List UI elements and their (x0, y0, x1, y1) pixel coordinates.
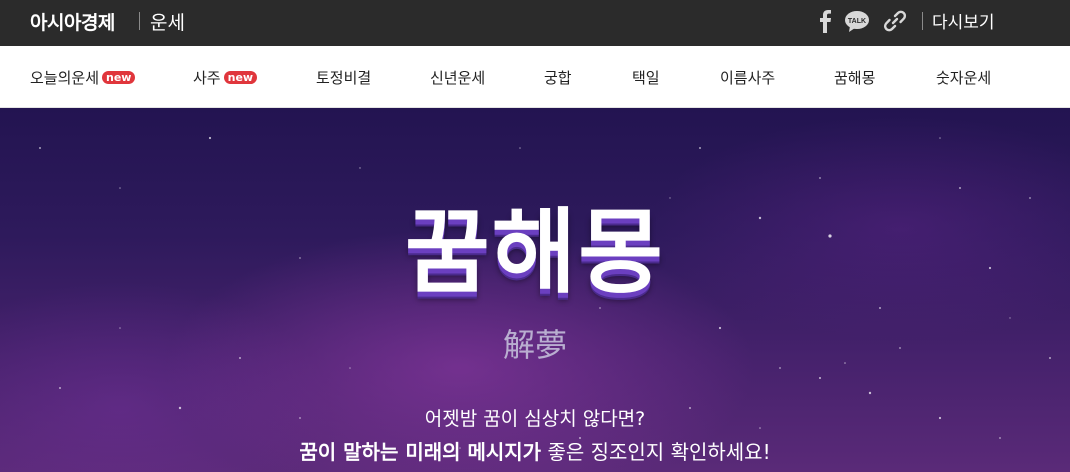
nav-item-newyear[interactable]: 신년운세 (430, 66, 485, 88)
hero-description-bold: 꿈이 말하는 미래의 메시지가 (299, 440, 542, 464)
top-bar: 아시아경제 운세 TALK 다시보기 (0, 0, 1070, 46)
main-nav: 오늘의운세 new 사주 new 토정비결 신년운세 궁합 택일 이름사주 꿈해… (0, 46, 1070, 108)
nav-item-label: 택일 (632, 68, 660, 87)
nav-item-tojeong[interactable]: 토정비결 (316, 66, 371, 88)
nav-item-number[interactable]: 숫자운세 (936, 66, 991, 88)
link-icon[interactable] (882, 8, 908, 34)
nav-item-label: 숫자운세 (936, 68, 992, 87)
page-subtitle-hanja: 解夢 (502, 326, 567, 364)
new-badge: new (223, 70, 258, 84)
new-badge: new (102, 70, 136, 84)
nav-item-name-saju[interactable]: 이름사주 (720, 66, 775, 88)
brand-divider (139, 12, 140, 30)
replay-divider (922, 12, 923, 30)
nav-item-label: 오늘의운세 (30, 68, 100, 87)
facebook-icon[interactable] (818, 9, 832, 33)
hero-banner: 꿈해몽 解夢 어젯밤 꿈이 심상치 않다면? 꿈이 말하는 미래의 메시지가 좋… (0, 108, 1070, 472)
hero-description-rest: 좋은 징조인지 확인하세요! (541, 440, 771, 464)
nav-item-label: 토정비결 (316, 68, 372, 87)
talk-label: TALK (848, 18, 866, 25)
nav-item-today[interactable]: 오늘의운세 new (30, 66, 136, 88)
nav-item-label: 신년운세 (430, 68, 486, 87)
nav-item-dream[interactable]: 꿈해몽 (834, 66, 875, 88)
brand-logo[interactable]: 아시아경제 (30, 8, 115, 35)
nav-item-compat[interactable]: 궁합 (544, 66, 572, 88)
hero-question: 어젯밤 꿈이 심상치 않다면? (424, 408, 646, 430)
nav-item-label: 사주 (193, 68, 221, 87)
section-title[interactable]: 운세 (150, 8, 185, 35)
nav-item-label: 궁합 (544, 68, 572, 87)
replay-button[interactable]: 다시보기 (932, 8, 995, 33)
kakaotalk-icon[interactable]: TALK (844, 8, 870, 34)
hero-description: 꿈이 말하는 미래의 메시지가 좋은 징조인지 확인하세요! (0, 436, 1070, 465)
nav-item-label: 꿈해몽 (834, 68, 876, 87)
nav-item-label: 이름사주 (720, 68, 776, 87)
nav-item-date[interactable]: 택일 (632, 66, 660, 88)
page-title: 꿈해몽 (405, 199, 665, 306)
nav-item-saju[interactable]: 사주 new (193, 66, 258, 88)
